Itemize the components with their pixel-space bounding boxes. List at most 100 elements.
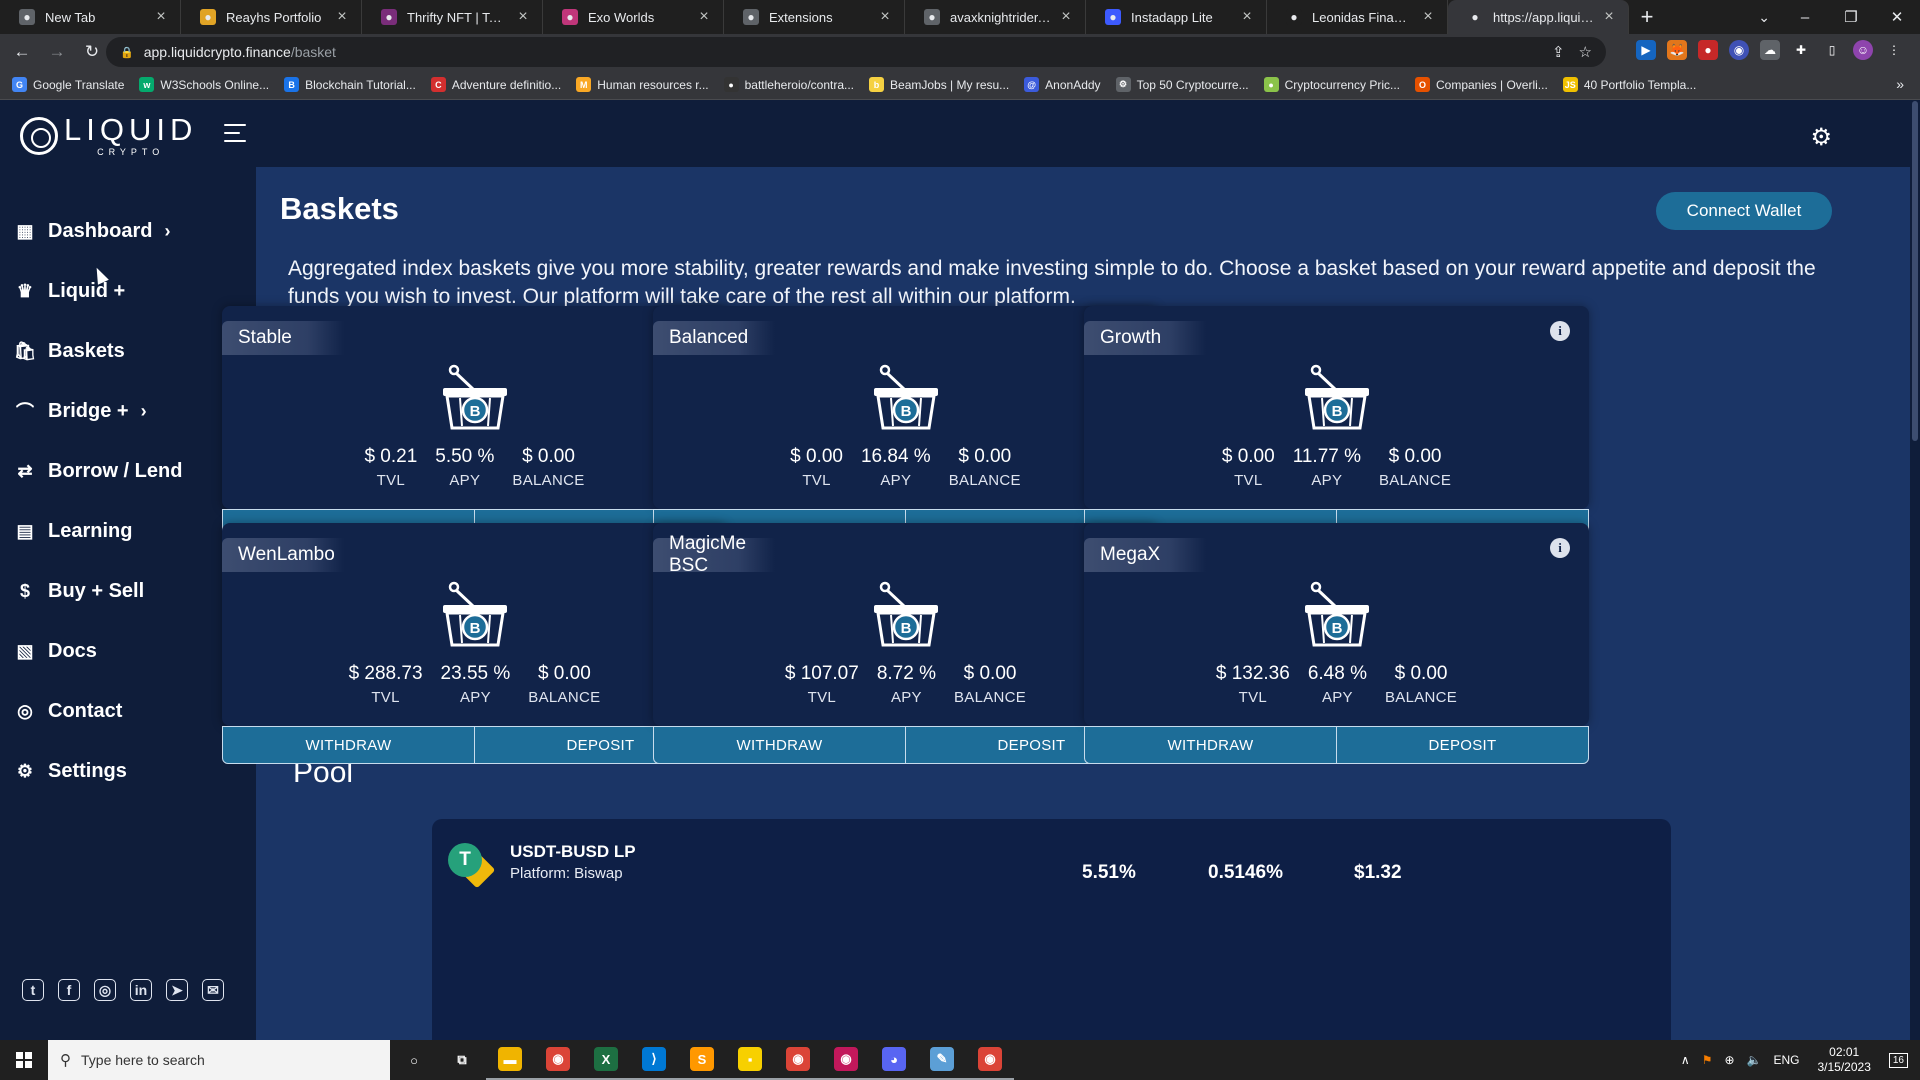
taskbar-app[interactable]: ◉ — [534, 1040, 582, 1080]
taskbar-app[interactable]: ⟩ — [630, 1040, 678, 1080]
extension-red-icon[interactable]: ● — [1698, 40, 1718, 60]
close-tab-icon[interactable]: × — [1057, 8, 1075, 26]
withdraw-button[interactable]: WITHDRAW — [654, 727, 906, 763]
taskbar-app[interactable]: X — [582, 1040, 630, 1080]
linkedin-icon[interactable]: in — [130, 979, 152, 1001]
withdraw-button[interactable]: WITHDRAW — [1085, 727, 1337, 763]
side-panel-icon[interactable]: ▯ — [1822, 40, 1842, 60]
minimize-icon[interactable]: – — [1782, 9, 1828, 26]
taskbar-app[interactable]: ◉ — [774, 1040, 822, 1080]
browser-tab[interactable]: ● Instadapp Lite × — [1086, 0, 1267, 34]
settings-gear-icon[interactable]: ⚙ — [1810, 123, 1832, 152]
taskbar-app[interactable]: ▪ — [726, 1040, 774, 1080]
restore-icon[interactable]: ❐ — [1828, 8, 1874, 26]
bookmark-item[interactable]: JS 40 Portfolio Templa... — [1562, 77, 1696, 92]
browser-tab[interactable]: ● Exo Worlds × — [543, 0, 724, 34]
browser-tab[interactable]: ● Extensions × — [724, 0, 905, 34]
close-tab-icon[interactable]: × — [1600, 8, 1618, 26]
pool-card[interactable]: T USDT-BUSD LP Platform: Biswap 5.51% 0.… — [432, 819, 1671, 1040]
taskbar-app[interactable]: ⧉ — [438, 1040, 486, 1080]
bookmarks-more-icon[interactable]: » — [1896, 76, 1904, 92]
new-tab-button[interactable]: + — [1629, 0, 1665, 34]
taskbar-search[interactable]: ⚲ Type here to search — [48, 1040, 390, 1080]
page-scrollbar[interactable] — [1910, 101, 1920, 1040]
tray-app-icon[interactable]: ⚑ — [1702, 1053, 1713, 1067]
sidebar-item-baskets[interactable]: 🛍 Baskets — [14, 321, 250, 381]
sidebar-item-contact[interactable]: ◎ Contact — [14, 681, 250, 741]
bookmark-item[interactable]: ⚙ Top 50 Cryptocurre... — [1115, 77, 1249, 92]
sidebar-item-dashboard[interactable]: ▦ Dashboard › — [14, 201, 250, 261]
bookmark-item[interactable]: G Google Translate — [12, 77, 124, 92]
bookmark-item[interactable]: ● battleheroio/contra... — [723, 77, 854, 92]
info-icon[interactable]: i — [1550, 538, 1570, 558]
menu-dots-icon[interactable]: ⋮ — [1884, 40, 1904, 60]
sidebar-item-liquid[interactable]: ♛ Liquid + — [14, 261, 250, 321]
language-indicator[interactable]: ENG — [1773, 1053, 1799, 1067]
taskbar-app[interactable]: ✎ — [918, 1040, 966, 1080]
facebook-icon[interactable]: f — [58, 979, 80, 1001]
tab-search-icon[interactable]: ⌄ — [1758, 0, 1770, 34]
close-tab-icon[interactable]: × — [152, 8, 170, 26]
metamask-icon[interactable]: 🦊 — [1667, 40, 1687, 60]
taskbar-app[interactable]: ◉ — [822, 1040, 870, 1080]
forward-icon[interactable]: → — [44, 39, 70, 65]
bookmark-item[interactable]: O Companies | Overli... — [1414, 77, 1548, 92]
connect-wallet-button[interactable]: Connect Wallet — [1656, 192, 1832, 230]
puzzle-icon[interactable]: ✚ — [1791, 40, 1811, 60]
bookmark-item[interactable]: ● Cryptocurrency Pric... — [1263, 77, 1400, 92]
deposit-button[interactable]: DEPOSIT — [1337, 727, 1588, 763]
notifications-icon[interactable]: 16 — [1888, 1052, 1908, 1068]
clock[interactable]: 02:01 3/15/2023 — [1817, 1045, 1870, 1075]
taskbar-app[interactable]: ◕ — [870, 1040, 918, 1080]
bookmark-item[interactable]: B Blockchain Tutorial... — [284, 77, 416, 92]
close-tab-icon[interactable]: × — [514, 8, 532, 26]
taskbar-app[interactable]: ▬ — [486, 1040, 534, 1080]
back-icon[interactable]: ← — [9, 39, 35, 65]
sidebar-item-docs[interactable]: ▧ Docs — [14, 621, 250, 681]
mail-icon[interactable]: ✉ — [202, 979, 224, 1001]
bookmark-item[interactable]: M Human resources r... — [576, 77, 709, 92]
browser-tab[interactable]: ● https://app.liquidcrypt × — [1448, 0, 1629, 34]
bookmark-item[interactable]: @ AnonAddy — [1024, 77, 1101, 92]
start-button[interactable] — [0, 1040, 48, 1080]
browser-tab[interactable]: ● Leonidas Finance × — [1267, 0, 1448, 34]
browser-tab[interactable]: ● New Tab × — [0, 0, 181, 34]
close-tab-icon[interactable]: × — [1238, 8, 1256, 26]
bookmark-star-icon[interactable]: ☆ — [1579, 43, 1592, 61]
taskbar-app[interactable]: ○ — [390, 1040, 438, 1080]
sidebar-item-bridge[interactable]: ⌒ Bridge + › — [14, 381, 250, 441]
instagram-icon[interactable]: ◎ — [94, 979, 116, 1001]
bookmark-item[interactable]: w W3Schools Online... — [139, 77, 269, 92]
close-tab-icon[interactable]: × — [1419, 8, 1437, 26]
close-tab-icon[interactable]: × — [695, 8, 713, 26]
scrollbar-thumb[interactable] — [1912, 101, 1918, 441]
telegram-icon[interactable]: ➤ — [166, 979, 188, 1001]
taskbar-app[interactable]: S — [678, 1040, 726, 1080]
browser-tab[interactable]: ● Reayhs Portfolio × — [181, 0, 362, 34]
extension-arrow-icon[interactable]: ▶ — [1636, 40, 1656, 60]
network-icon[interactable]: ⊕ — [1724, 1053, 1734, 1067]
reload-icon[interactable]: ↻ — [79, 39, 105, 65]
profile-avatar[interactable]: ☺ — [1853, 40, 1873, 60]
browser-tab[interactable]: ● avaxknightrider.com × — [905, 0, 1086, 34]
sidebar-item-learning[interactable]: ▤ Learning — [14, 501, 250, 561]
sidebar-item-buy-sell[interactable]: $ Buy + Sell — [14, 561, 250, 621]
extension-circle-icon[interactable]: ◉ — [1729, 40, 1749, 60]
address-bar[interactable]: 🔒 app.liquidcrypto.finance/basket ⇪ ☆ — [106, 37, 1606, 67]
bookmark-item[interactable]: C Adventure definitio... — [430, 77, 561, 92]
hamburger-menu-icon[interactable] — [224, 124, 246, 142]
close-tab-icon[interactable]: × — [876, 8, 894, 26]
bookmark-item[interactable]: b BeamJobs | My resu... — [869, 77, 1009, 92]
liquid-crypto-logo[interactable]: LIQUID CRYPTO — [20, 114, 197, 157]
share-icon[interactable]: ⇪ — [1552, 43, 1565, 61]
tray-chevron-icon[interactable]: ∧ — [1681, 1053, 1690, 1067]
volume-icon[interactable]: 🔈 — [1747, 1053, 1762, 1067]
extension-gray-icon[interactable]: ☁ — [1760, 40, 1780, 60]
twitter-icon[interactable]: t — [22, 979, 44, 1001]
sidebar-item-borrow-lend[interactable]: ⇄ Borrow / Lend — [14, 441, 250, 501]
sidebar-item-settings[interactable]: ⚙ Settings — [14, 741, 250, 801]
close-window-icon[interactable]: ✕ — [1874, 8, 1920, 26]
withdraw-button[interactable]: WITHDRAW — [223, 727, 475, 763]
info-icon[interactable]: i — [1550, 321, 1570, 341]
browser-tab[interactable]: ● Thrifty NFT | Top Prod × — [362, 0, 543, 34]
